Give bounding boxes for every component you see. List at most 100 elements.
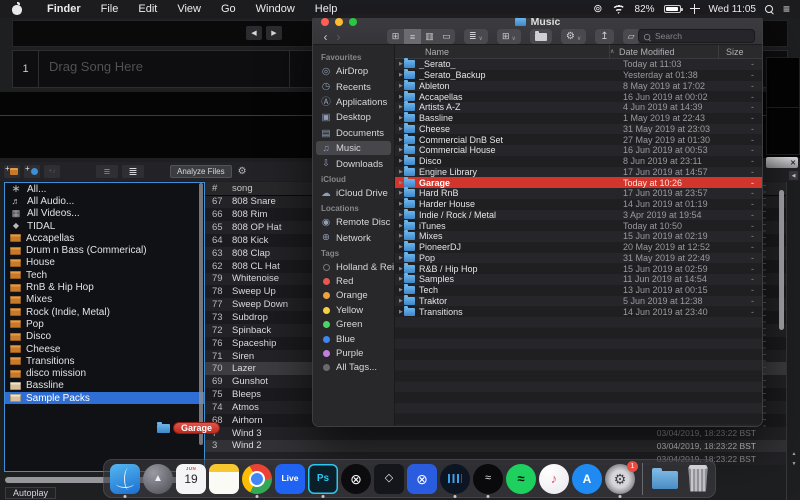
file-row[interactable]: Pop 31 May 2019 at 22:49 - [395, 251, 762, 264]
file-row[interactable]: Ableton 8 May 2019 at 17:02 - [395, 79, 762, 92]
menu-item[interactable]: Window [246, 0, 305, 18]
scroll-up-arrow[interactable]: ▲ [790, 449, 798, 459]
analyze-files-button[interactable]: Analyze Files [170, 165, 232, 178]
file-row[interactable]: iTunes Today at 10:50 - [395, 219, 762, 231]
file-row[interactable]: Samples 11 Jun 2019 at 14:54 - [395, 273, 762, 285]
menu-item[interactable]: Edit [128, 0, 167, 18]
sidebar-item-applications[interactable]: Applications [313, 95, 394, 110]
tag-blue[interactable]: Blue [313, 332, 394, 346]
chrome-dock-icon[interactable] [242, 463, 272, 494]
sidebar-item-downloads[interactable]: Downloads [313, 156, 394, 171]
crate-row[interactable]: Pop [5, 318, 204, 330]
menu-item[interactable]: Finder [37, 0, 91, 18]
crate-row[interactable]: All Videos... [5, 208, 204, 220]
sidebar-item-remote-disc[interactable]: Remote Disc [313, 215, 394, 230]
column-view-button[interactable] [421, 29, 438, 44]
disclosure-triangle-icon[interactable] [395, 83, 404, 89]
crate-row[interactable]: All... [5, 183, 204, 195]
play-button[interactable] [266, 26, 282, 40]
app-store-dock-icon[interactable]: A [572, 463, 602, 494]
tag-orange[interactable]: Orange [313, 289, 394, 303]
file-row[interactable]: Cheese 31 May 2019 at 23:03 - [395, 122, 762, 135]
library-vertical-scrollbar[interactable] [779, 190, 784, 330]
menu-item[interactable]: View [167, 0, 211, 18]
sidebar-item-airdrop[interactable]: AirDrop [313, 64, 394, 79]
calendar-dock-icon[interactable]: JUN 19 [176, 463, 206, 494]
spotlight-search-icon[interactable] [764, 4, 774, 14]
file-row[interactable]: Commercial DnB Set 27 May 2019 at 01:30 … [395, 133, 762, 145]
group-button[interactable] [464, 29, 488, 44]
wifi-icon[interactable] [611, 4, 626, 14]
file-row-garage[interactable]: Garage Today at 10:26 - [395, 176, 762, 188]
crate-row[interactable]: TIDAL [5, 220, 204, 232]
crate-row[interactable]: disco mission [5, 367, 204, 379]
gallery-view-button[interactable] [438, 29, 455, 44]
arrange-button[interactable] [496, 29, 521, 44]
disclosure-triangle-icon[interactable] [395, 137, 404, 143]
disclosure-triangle-icon[interactable] [395, 276, 404, 282]
column-divider[interactable] [609, 45, 610, 59]
tag-holland-reilly[interactable]: Holland & Reilly [313, 260, 394, 274]
crate-row[interactable]: Disco [5, 331, 204, 343]
add-crate-button[interactable] [4, 164, 20, 178]
crate-row[interactable]: Drum n Bass (Commerical) [5, 244, 204, 256]
system-preferences-dock-icon[interactable]: ⚙ 1 [605, 460, 638, 494]
hexagon-app-dock-icon[interactable]: ◇ [374, 463, 404, 494]
disclosure-triangle-icon[interactable] [395, 233, 404, 239]
file-row[interactable]: R&B / Hip Hop 15 Jun 2019 at 02:59 - [395, 262, 762, 274]
disclosure-triangle-icon[interactable] [395, 115, 404, 121]
file-row[interactable]: _Serato_ Today at 11:03 - [395, 58, 762, 70]
crate-row[interactable]: Accapellas [5, 232, 204, 244]
crate-row[interactable]: RnB & Hip Hop [5, 281, 204, 293]
itunes-dock-icon[interactable]: ♪ [539, 463, 569, 494]
file-row[interactable]: Transitions 14 Jun 2019 at 23:40 - [395, 305, 762, 317]
trash-dock-icon[interactable] [683, 464, 713, 494]
sidebar-item-recents[interactable]: Recents [313, 79, 394, 94]
disclosure-triangle-icon[interactable] [395, 158, 404, 164]
file-row[interactable]: Mixes 15 Jun 2019 at 02:19 - [395, 230, 762, 242]
icon-view-button[interactable] [387, 29, 404, 44]
menu-bar-clock[interactable]: Wed 11:05 [709, 4, 756, 15]
library-gear-icon[interactable] [238, 166, 247, 177]
sidebar-item-music[interactable]: Music [313, 140, 394, 156]
file-row[interactable]: Engine Library 17 Jun 2019 at 14:57 - [395, 165, 762, 178]
column-header-name[interactable]: Name [425, 47, 449, 57]
autoplay-toggle[interactable]: Autoplay [5, 487, 57, 499]
crate-row[interactable]: Cheese [5, 343, 204, 355]
disclosure-triangle-icon[interactable] [395, 190, 404, 196]
sidebar-item-desktop[interactable]: Desktop [313, 110, 394, 125]
previous-track-button[interactable] [246, 26, 262, 40]
downloads-folder-dock-icon[interactable] [650, 464, 680, 494]
forward-button[interactable] [332, 31, 345, 43]
tag-green[interactable]: Green [313, 317, 394, 331]
black-circle-app-dock-icon[interactable]: ⊗ [341, 463, 371, 494]
disclosure-triangle-icon[interactable] [395, 169, 404, 175]
tag-red[interactable]: Red [313, 274, 394, 288]
search-field[interactable] [638, 29, 755, 43]
file-row[interactable]: PioneerDJ 20 May 2019 at 12:52 - [395, 241, 762, 253]
tag-yellow[interactable]: Yellow [313, 303, 394, 317]
notification-center-icon[interactable]: ≡ [783, 3, 790, 15]
serato-dj-dock-icon[interactable] [440, 463, 470, 494]
view-list-button[interactable] [122, 165, 144, 178]
file-row[interactable]: _Serato_Backup Yesterday at 01:38 - [395, 69, 762, 81]
finder-dock-icon[interactable] [110, 463, 140, 494]
apple-menu-icon[interactable] [12, 2, 23, 15]
crate-row[interactable]: Mixes [5, 294, 204, 306]
list-view-button[interactable] [404, 29, 421, 44]
status-menulet-icon[interactable]: ⊚ [593, 3, 602, 15]
share-button[interactable] [595, 29, 614, 44]
disclosure-triangle-icon[interactable] [395, 94, 404, 100]
file-row[interactable]: Tech 13 Jun 2019 at 00:15 - [395, 284, 762, 296]
sidebar-item-icloud-drive[interactable]: iCloud Drive [313, 186, 394, 201]
disclosure-triangle-icon[interactable] [395, 287, 404, 293]
file-row[interactable]: Hard RnB 17 Jun 2019 at 23:57 - [395, 187, 762, 199]
file-row[interactable]: Traktor 5 Jun 2019 at 12:38 - [395, 294, 762, 307]
collapse-panel-button[interactable] [789, 171, 798, 180]
crate-row[interactable]: House [5, 257, 204, 269]
menu-item[interactable]: File [91, 0, 129, 18]
disclosure-triangle-icon[interactable] [395, 212, 404, 218]
photoshop-dock-icon[interactable]: Ps [308, 463, 338, 494]
add-smart-crate-button[interactable] [24, 164, 40, 178]
file-row[interactable]: Bassline 1 May 2019 at 22:43 - [395, 112, 762, 124]
